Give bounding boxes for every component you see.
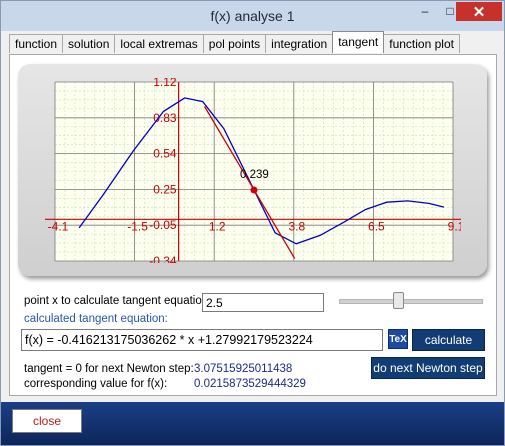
slider-thumb[interactable]	[393, 292, 404, 309]
x-tick-label: -4.1	[48, 219, 69, 233]
tangent-equation-field[interactable]: f(x) = -0.416213175036262 * x +1.2799217…	[21, 329, 383, 351]
tab-integration[interactable]: integration	[265, 34, 334, 53]
slider-track[interactable]	[339, 299, 483, 304]
close-window-button[interactable]: ✕	[456, 2, 502, 21]
minimize-button[interactable]: –	[412, 2, 438, 20]
title-bar: f(x) analyse 1 – □ ✕	[1, 1, 504, 31]
app-window: f(x) analyse 1 – □ ✕ function solution l…	[0, 0, 505, 446]
y-tick-label: 0.54	[153, 147, 177, 161]
fx-value: 0.0215873529444329	[194, 378, 306, 390]
function-plot-chart: -4.1 -1.5 1.2 3.8 6.5 9.1 1.12 0.83 0.54 0.25 -0.0…	[45, 78, 461, 263]
newton-value: 3.07515925011438	[194, 363, 293, 375]
tab-function[interactable]: function	[9, 34, 64, 53]
tab-pol-points[interactable]: pol points	[202, 34, 267, 53]
point-x-input[interactable]: 2.5	[202, 293, 324, 312]
y-tick-label: -0.05	[149, 218, 177, 232]
tangent-point	[250, 186, 258, 194]
x-tick-label: -1.5	[127, 219, 148, 233]
next-newton-button[interactable]: do next Newton step	[371, 357, 485, 379]
x-tick-label: 1.2	[209, 219, 226, 233]
x-tick-label: 6.5	[368, 219, 385, 233]
y-tick-label: 0.25	[153, 182, 177, 196]
tab-tangent[interactable]: tangent	[332, 31, 385, 53]
tab-local-extremas[interactable]: local extremas	[114, 34, 204, 53]
close-button[interactable]: close	[12, 409, 82, 433]
y-tick-label: 1.12	[153, 78, 177, 89]
x-tick-label: 3.8	[288, 219, 305, 233]
tab-function-plot[interactable]: function plot	[383, 34, 460, 53]
fx-label: corresponding value for f(x):	[24, 378, 168, 390]
y-tick-label: -0.34	[149, 254, 177, 263]
tangent-point-label: 0.239	[240, 169, 269, 181]
x-tick-label: 9.1	[448, 219, 461, 233]
y-tick-label: 0.83	[153, 111, 177, 125]
equation-caption: calculated tangent equation:	[24, 313, 168, 325]
tab-bar: function solution local extremas pol poi…	[9, 31, 460, 54]
point-x-label: point x to calculate tangent equation:	[24, 295, 212, 307]
calculate-button[interactable]: calculate	[412, 329, 485, 351]
tex-icon[interactable]: TeX	[388, 329, 408, 349]
newton-label: tangent = 0 for next Newton step:	[24, 363, 194, 375]
tab-solution[interactable]: solution	[62, 34, 116, 53]
